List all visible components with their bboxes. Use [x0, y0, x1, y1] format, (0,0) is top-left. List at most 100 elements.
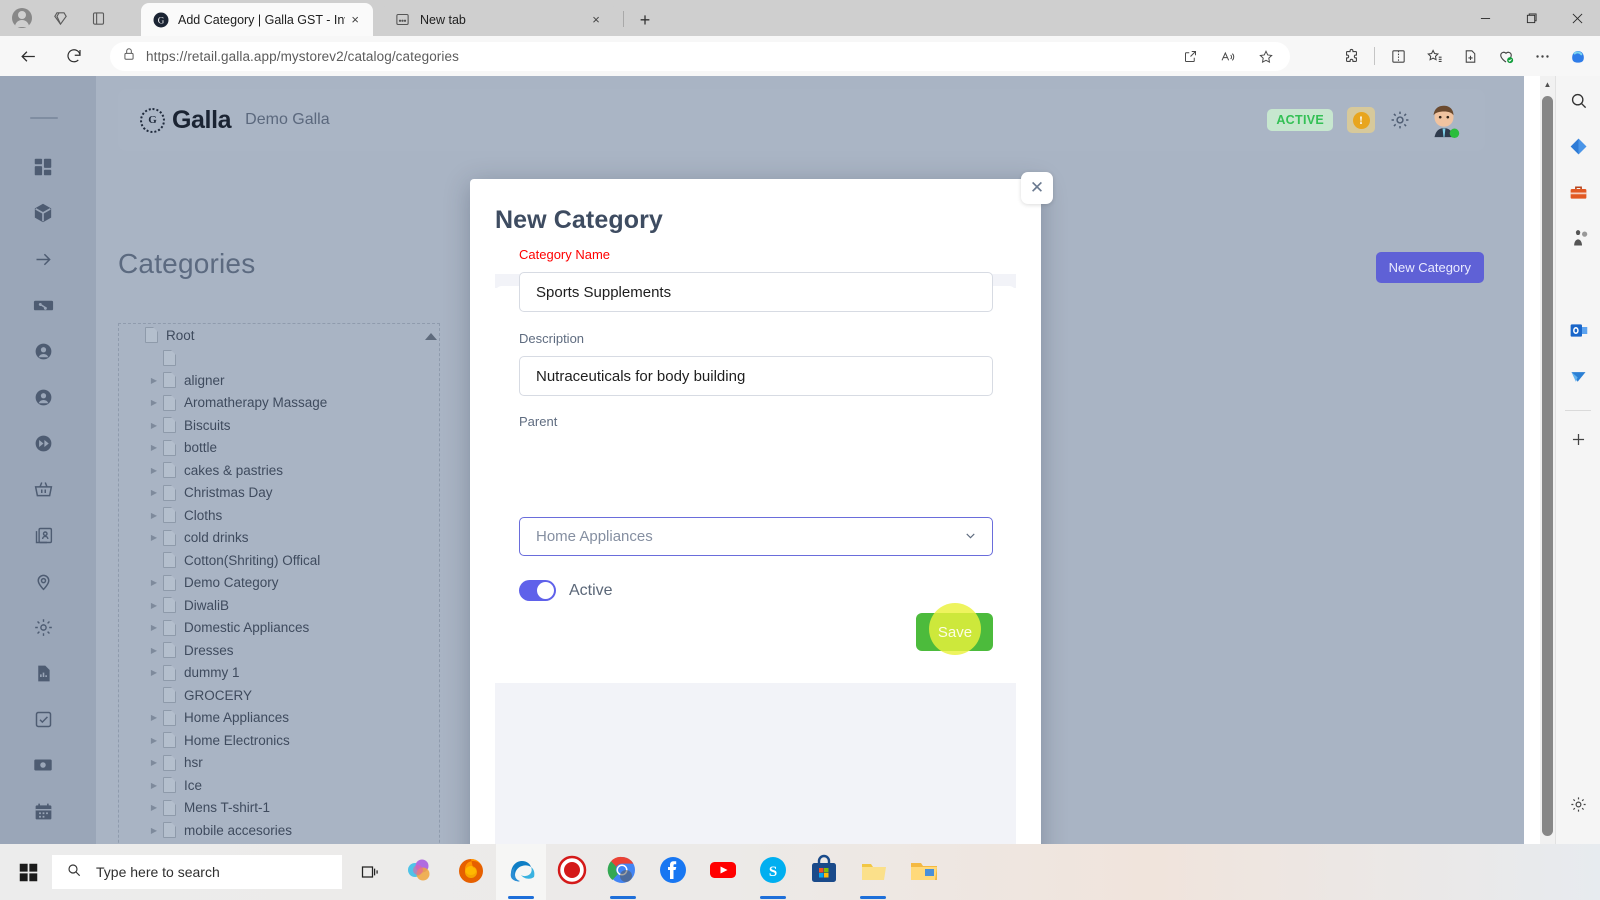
tree-scrollbar[interactable]: [425, 330, 437, 844]
rail-collapse-handle[interactable]: [30, 117, 58, 119]
close-window-button[interactable]: [1554, 0, 1600, 36]
package-icon[interactable]: [30, 200, 56, 226]
arrow-right-icon[interactable]: [30, 246, 56, 272]
minimize-button[interactable]: [1462, 0, 1508, 36]
tab-close-button[interactable]: ×: [585, 9, 607, 31]
tree-item[interactable]: ▶ Mens T-shirt-1: [119, 797, 439, 820]
back-icon[interactable]: [10, 40, 46, 72]
expand-caret-icon[interactable]: ▶: [147, 443, 161, 452]
facebook-icon[interactable]: [657, 854, 691, 888]
contacts-icon[interactable]: [30, 522, 56, 548]
search-icon[interactable]: [1562, 84, 1594, 116]
split-screen-icon[interactable]: [1380, 40, 1416, 72]
microsoft365-icon[interactable]: [1562, 268, 1594, 300]
new-category-button[interactable]: New Category: [1375, 252, 1484, 283]
category-name-input[interactable]: Sports Supplements: [519, 272, 993, 312]
add-profile-icon[interactable]: [1452, 40, 1488, 72]
active-toggle-row[interactable]: Active: [519, 580, 613, 601]
tools-icon[interactable]: [1562, 176, 1594, 208]
page-scrollbar[interactable]: ▲: [1540, 76, 1555, 844]
tree-item[interactable]: ▶ aligner: [119, 369, 439, 392]
copilot-icon[interactable]: [1560, 40, 1596, 72]
tree-item[interactable]: ▶ mobile accesories: [119, 819, 439, 842]
drop-icon[interactable]: [1562, 360, 1594, 392]
report-icon[interactable]: [30, 660, 56, 686]
read-aloud-icon[interactable]: [1210, 41, 1246, 73]
tree-item[interactable]: [119, 347, 439, 370]
skype-icon[interactable]: S: [757, 854, 791, 888]
expand-caret-icon[interactable]: ▶: [147, 398, 161, 407]
profile-avatar-icon[interactable]: [6, 2, 38, 34]
tree-item[interactable]: ▶ cold drinks: [119, 527, 439, 550]
expand-caret-icon[interactable]: ▶: [147, 758, 161, 767]
expand-caret-icon[interactable]: ▶: [147, 623, 161, 632]
description-input[interactable]: Nutraceuticals for body building: [519, 356, 993, 396]
scroll-up-arrow-icon[interactable]: [425, 333, 437, 340]
expand-caret-icon[interactable]: ▶: [147, 781, 161, 790]
add-sidebar-icon[interactable]: [1562, 423, 1594, 455]
expand-caret-icon[interactable]: ▶: [147, 421, 161, 430]
new-tab-button[interactable]: +: [632, 7, 658, 33]
expand-caret-icon[interactable]: ▶: [147, 668, 161, 677]
expand-caret-icon[interactable]: ▶: [147, 826, 161, 835]
file-explorer-icon[interactable]: [908, 854, 942, 888]
firefox-icon[interactable]: [455, 854, 489, 888]
expand-caret-icon[interactable]: ▶: [147, 511, 161, 520]
expand-caret-icon[interactable]: ▶: [147, 601, 161, 610]
sidebar-settings-icon[interactable]: [1563, 788, 1595, 820]
customer-icon[interactable]: [30, 338, 56, 364]
settings-gear-icon[interactable]: [1389, 109, 1411, 131]
tree-item[interactable]: GROCERY: [119, 684, 439, 707]
tree-root-row[interactable]: Root: [119, 324, 439, 347]
active-toggle[interactable]: [519, 580, 556, 601]
expand-caret-icon[interactable]: ▶: [147, 713, 161, 722]
tree-item[interactable]: ▶ DiwaliB: [119, 594, 439, 617]
open-in-app-icon[interactable]: [1172, 41, 1208, 73]
gear-icon[interactable]: [30, 614, 56, 640]
checklist-icon[interactable]: [30, 706, 56, 732]
brand-logo[interactable]: G Galla Demo Galla: [140, 106, 330, 135]
tree-item[interactable]: ▶ Cloths: [119, 504, 439, 527]
collections-icon[interactable]: [1416, 40, 1452, 72]
recorder-icon[interactable]: [556, 854, 590, 888]
tree-item[interactable]: ▶ Domestic Appliances: [119, 617, 439, 640]
browser-tab-newtab[interactable]: New tab ×: [383, 3, 615, 36]
store-icon[interactable]: [808, 854, 842, 888]
tree-item[interactable]: ▶ Biscuits: [119, 414, 439, 437]
expand-caret-icon[interactable]: ▶: [147, 466, 161, 475]
account-icon[interactable]: [30, 384, 56, 410]
tree-item[interactable]: Cotton(Shriting) Offical: [119, 549, 439, 572]
youtube-icon[interactable]: [707, 854, 741, 888]
expand-caret-icon[interactable]: ▶: [147, 488, 161, 497]
expand-caret-icon[interactable]: ▶: [147, 646, 161, 655]
start-button[interactable]: [8, 852, 48, 892]
tab-actions-icon[interactable]: [82, 2, 114, 34]
discount-icon[interactable]: [30, 292, 56, 318]
tree-item[interactable]: ▶ Ice: [119, 774, 439, 797]
close-icon[interactable]: ✕: [1021, 172, 1053, 204]
cash-icon[interactable]: [30, 752, 56, 778]
basket-icon[interactable]: [30, 476, 56, 502]
tree-item[interactable]: ▶ cakes & pastries: [119, 459, 439, 482]
favorite-star-icon[interactable]: [1248, 41, 1284, 73]
extensions-icon[interactable]: [1333, 40, 1369, 72]
expand-caret-icon[interactable]: ▶: [147, 376, 161, 385]
expand-caret-icon[interactable]: ▶: [147, 578, 161, 587]
expand-caret-icon[interactable]: ▶: [147, 803, 161, 812]
avatar[interactable]: [1425, 101, 1463, 139]
shopping-icon[interactable]: [1562, 130, 1594, 162]
category-tree-panel[interactable]: Root ▶ aligner ▶ Aromatherapy Massage ▶ Biscu…: [118, 323, 440, 844]
settings-more-icon[interactable]: [1524, 40, 1560, 72]
location-pin-icon[interactable]: [30, 568, 56, 594]
parent-select[interactable]: Home Appliances: [519, 517, 993, 556]
workspaces-icon[interactable]: [44, 2, 76, 34]
outlook-icon[interactable]: [1562, 314, 1594, 346]
expand-caret-icon[interactable]: ▶: [147, 736, 161, 745]
tree-item[interactable]: ▶ Christmas Day: [119, 482, 439, 505]
edge-icon[interactable]: [505, 854, 539, 888]
folder-yellow-icon[interactable]: [858, 854, 892, 888]
browser-tab-active[interactable]: G Add Category | Galla GST - Inven ×: [141, 3, 373, 36]
page-scroll-up-icon[interactable]: ▲: [1540, 76, 1555, 93]
fast-forward-icon[interactable]: [30, 430, 56, 456]
task-view-icon[interactable]: [352, 854, 388, 890]
